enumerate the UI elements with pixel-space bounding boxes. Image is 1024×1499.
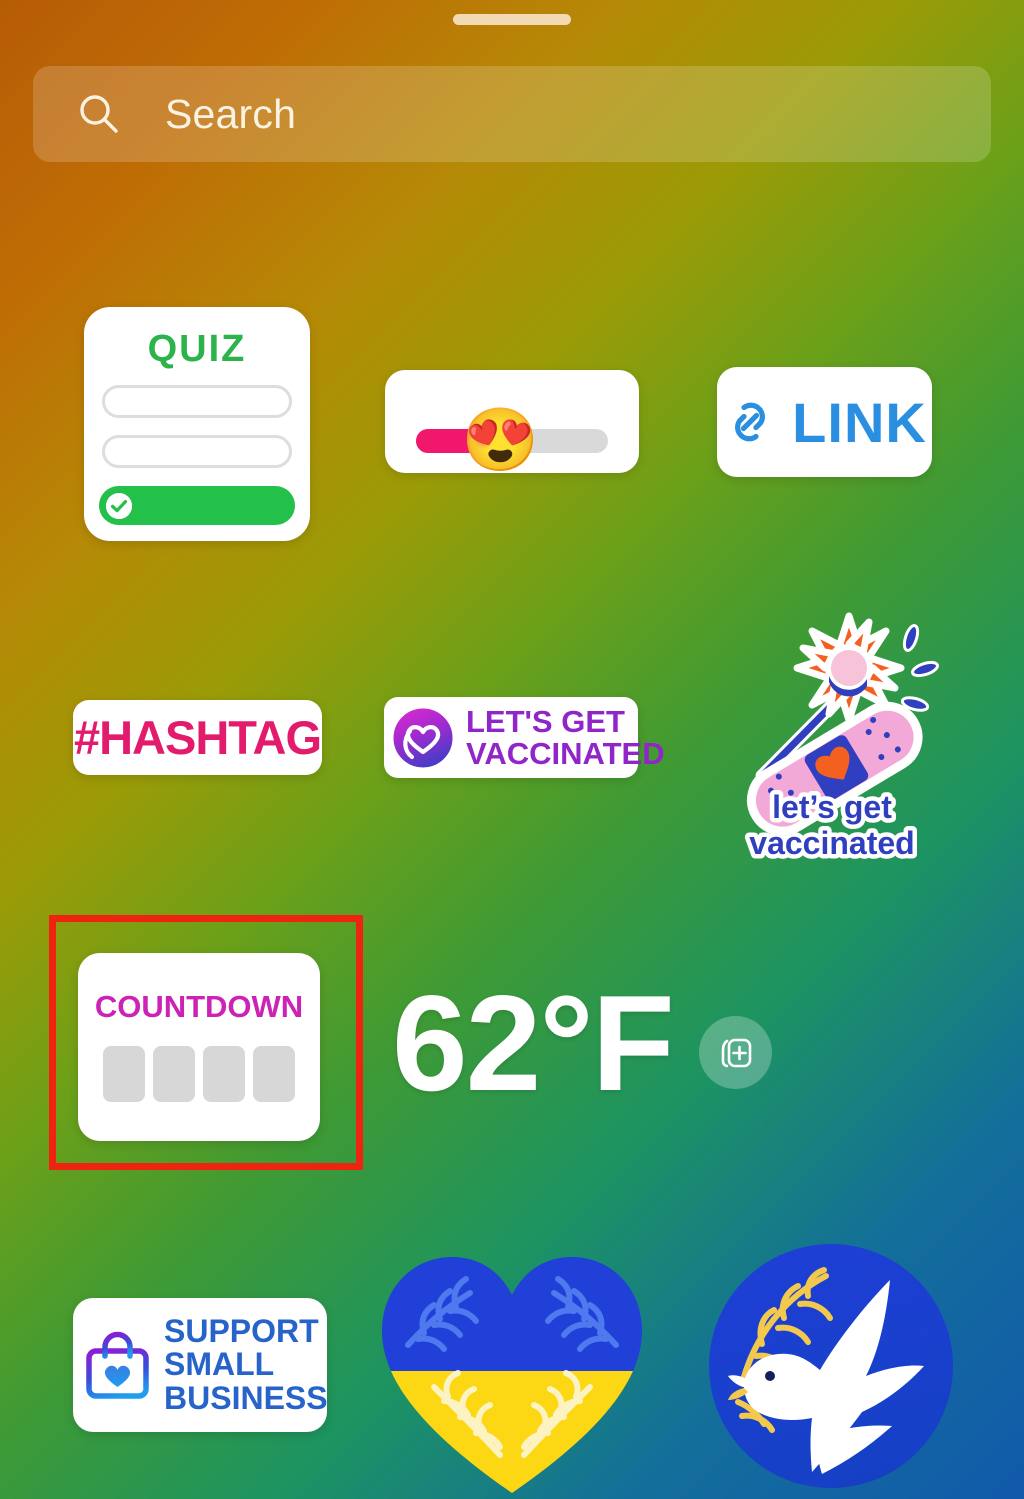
countdown-digit: [203, 1046, 245, 1102]
vaccinated-line-2: VACCINATED: [466, 735, 665, 771]
vaccinated-illustration-line-2: vaccinated: [749, 825, 914, 861]
search-bar[interactable]: Search: [33, 66, 991, 162]
countdown-digit: [103, 1046, 145, 1102]
emoji-slider-track[interactable]: 😍: [416, 410, 608, 472]
countdown-digit-row: [103, 1046, 295, 1102]
quiz-title: QUIZ: [147, 328, 247, 370]
vaccinated-illustration-line-1: let’s get: [772, 789, 892, 825]
check-icon: [106, 492, 132, 519]
search-input[interactable]: Search: [165, 91, 296, 138]
lets-get-vaccinated-badge-sticker[interactable]: LET'S GET VACCINATED: [384, 697, 665, 778]
support-line-1: SUPPORT: [164, 1313, 319, 1350]
countdown-sticker[interactable]: COUNTDOWN: [78, 953, 320, 1141]
countdown-digit: [253, 1046, 295, 1102]
support-line-3: BUSINESS: [164, 1379, 328, 1416]
support-small-business-label: SUPPORT SMALL BUSINESS: [164, 1313, 328, 1416]
heart-eyes-emoji[interactable]: 😍: [462, 410, 539, 472]
vaccinated-line-1: LET'S GET: [466, 703, 625, 739]
link-sticker[interactable]: LINK: [717, 367, 932, 477]
lets-get-vaccinated-illustration-sticker[interactable]: let’s get let’s get vaccinated vaccinate…: [716, 596, 948, 866]
quiz-option[interactable]: [102, 385, 292, 418]
peace-dove-sticker[interactable]: [700, 1240, 962, 1499]
quiz-correct-option[interactable]: [99, 486, 295, 525]
lets-get-vaccinated-label: LET'S GET VACCINATED: [466, 703, 665, 771]
add-sticker-button[interactable]: [699, 1016, 772, 1089]
countdown-title: COUNTDOWN: [94, 989, 304, 1024]
support-small-business-sticker[interactable]: SUPPORT SMALL BUSINESS: [73, 1298, 328, 1432]
quiz-sticker[interactable]: QUIZ: [84, 307, 310, 541]
countdown-digit: [153, 1046, 195, 1102]
heart-ribbon-badge-icon: [390, 705, 456, 770]
search-icon: [80, 95, 118, 133]
ukraine-flag-heart-icon: [382, 1257, 642, 1493]
emoji-slider-sticker[interactable]: 😍: [385, 370, 639, 473]
temperature-sticker[interactable]: 62°F: [392, 975, 675, 1111]
bandage-flower-icon: let’s get let’s get vaccinated vaccinate…: [745, 612, 939, 866]
hashtag-sticker[interactable]: #HASHTAG: [73, 700, 322, 775]
link-label: LINK: [792, 390, 927, 454]
sticker-tray-screen: Search QUIZ 😍 LINK #HASHTAG LET'S GET VA…: [0, 0, 1024, 1499]
support-line-2: SMALL: [164, 1346, 275, 1383]
peace-dove-icon: [709, 1244, 953, 1488]
add-to-stack-icon: [721, 1038, 751, 1067]
chain-link-icon: [735, 402, 766, 442]
ukraine-flag-heart-sticker[interactable]: [378, 1253, 646, 1499]
sheet-drag-handle[interactable]: [453, 14, 571, 25]
quiz-option[interactable]: [102, 435, 292, 468]
shopping-bag-heart-icon: [86, 1331, 149, 1399]
hashtag-label: #HASHTAG: [73, 711, 322, 764]
